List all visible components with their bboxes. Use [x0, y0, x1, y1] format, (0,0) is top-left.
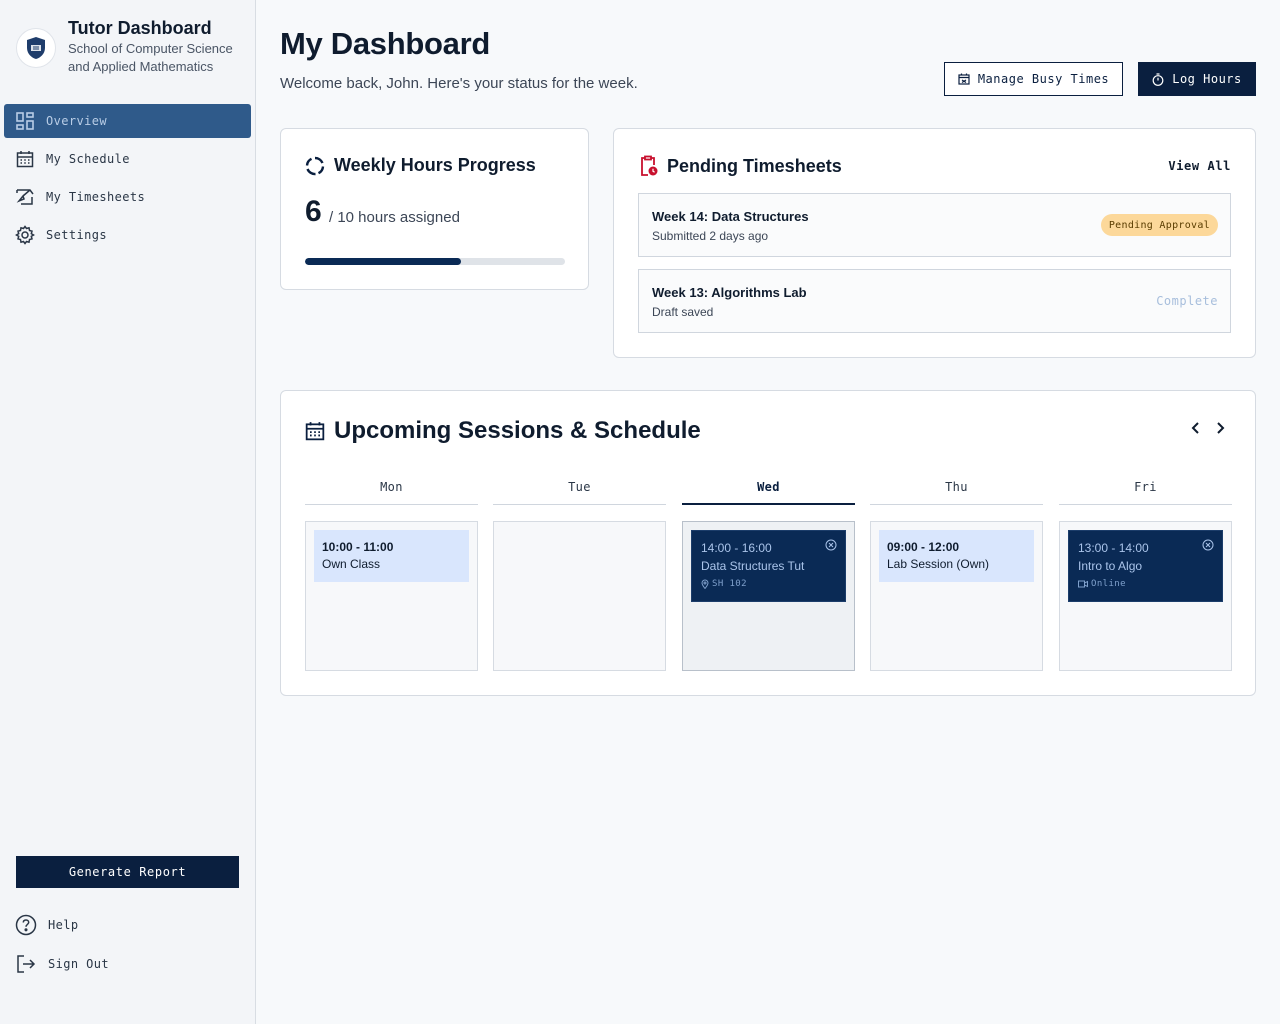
app-title: Tutor Dashboard — [68, 18, 212, 38]
day-header[interactable]: Thu — [870, 478, 1043, 505]
session-name: Lab Session (Own) — [887, 557, 990, 571]
calendar-icon — [14, 148, 36, 170]
timesheet-subtitle: Submitted 2 days ago — [652, 229, 769, 243]
session-event[interactable]: 10:00 - 11:00 Own Class — [314, 530, 469, 582]
dashboard-grid-icon — [14, 110, 36, 132]
day-slot[interactable]: 14:00 - 16:00 Data Structures Tut SH 102 — [682, 521, 855, 671]
weekly-hours-title: Weekly Hours Progress — [305, 155, 536, 176]
manage-busy-times-label: Manage Busy Times — [977, 72, 1110, 86]
day-column-mon: Mon 10:00 - 11:00 Own Class — [305, 478, 478, 671]
session-event[interactable]: 13:00 - 14:00 Intro to Algo Online — [1068, 530, 1223, 602]
session-location-text: SH 102 — [712, 579, 747, 589]
chevron-right-icon[interactable] — [1209, 417, 1231, 439]
timesheet-item[interactable]: Week 13: Algorithms Lab Draft saved Comp… — [638, 269, 1231, 333]
session-location-text: Online — [1091, 579, 1126, 589]
page-title: My Dashboard — [280, 26, 490, 61]
calendar-block-icon — [958, 73, 970, 85]
weekly-hours-card: Weekly Hours Progress 6 / 10 hours assig… — [280, 128, 589, 290]
day-slot[interactable]: 13:00 - 14:00 Intro to Algo Online — [1059, 521, 1232, 671]
brand: Tutor Dashboard School of Computer Scien… — [16, 18, 240, 76]
sign-out-icon — [14, 952, 38, 976]
session-name: Intro to Algo — [1078, 559, 1143, 573]
day-header[interactable]: Mon — [305, 478, 478, 505]
session-event[interactable]: 09:00 - 12:00 Lab Session (Own) — [879, 530, 1034, 582]
sidebar-item-timesheets[interactable]: My Timesheets — [4, 180, 251, 214]
sidebar-item-overview[interactable]: Overview — [4, 104, 251, 138]
sign-out-label: Sign Out — [48, 957, 109, 971]
gear-icon — [14, 224, 36, 246]
chevron-left-icon[interactable] — [1185, 417, 1207, 439]
video-camera-icon — [1078, 580, 1088, 588]
help-circle-icon — [14, 913, 38, 937]
day-column-tue: Tue — [493, 478, 666, 671]
day-header[interactable]: Wed — [682, 478, 855, 505]
session-location: Online — [1078, 579, 1213, 589]
session-time: 13:00 - 14:00 — [1078, 541, 1149, 555]
sign-out-link[interactable]: Sign Out — [14, 952, 109, 976]
sidebar-item-label: Overview — [46, 114, 107, 128]
stopwatch-icon — [1152, 72, 1164, 86]
log-hours-button[interactable]: Log Hours — [1138, 62, 1256, 96]
hours-assigned: / 10 hours assigned — [329, 209, 460, 226]
session-name: Data Structures Tut — [701, 559, 805, 573]
session-event[interactable]: 14:00 - 16:00 Data Structures Tut SH 102 — [691, 530, 846, 602]
timesheet-icon — [14, 186, 36, 208]
pending-timesheets-title-text: Pending Timesheets — [667, 155, 842, 176]
session-time: 09:00 - 12:00 — [887, 540, 960, 554]
sidebar-nav: Overview My Schedule My Timesheets Setti… — [4, 104, 251, 256]
close-circle-icon[interactable] — [825, 539, 837, 551]
hours-progress-fill — [305, 258, 461, 265]
upcoming-sessions-title-text: Upcoming Sessions & Schedule — [334, 417, 701, 444]
timesheet-title: Week 13: Algorithms Lab — [652, 285, 807, 300]
day-header[interactable]: Fri — [1059, 478, 1232, 505]
welcome-message: Welcome back, John. Here's your status f… — [280, 75, 638, 92]
sidebar-item-label: My Schedule — [46, 152, 130, 166]
calendar-icon — [305, 422, 325, 441]
help-label: Help — [48, 918, 79, 932]
manage-busy-times-button[interactable]: Manage Busy Times — [944, 62, 1123, 96]
location-pin-icon — [701, 579, 709, 589]
upcoming-sessions-title: Upcoming Sessions & Schedule — [305, 417, 701, 445]
day-slot[interactable] — [493, 521, 666, 671]
session-name: Own Class — [322, 557, 381, 571]
sidebar-item-schedule[interactable]: My Schedule — [4, 142, 251, 176]
status-label: Complete — [1156, 294, 1218, 308]
view-all-link[interactable]: View All — [1168, 159, 1231, 173]
day-column-fri: Fri 13:00 - 14:00 Intro to Algo Online — [1059, 478, 1232, 671]
pending-timesheets-card: Pending Timesheets View All Week 14: Dat… — [613, 128, 1256, 358]
sidebar: Tutor Dashboard School of Computer Scien… — [0, 0, 256, 1024]
day-header[interactable]: Tue — [493, 478, 666, 505]
hours-progress-bar — [305, 258, 565, 265]
log-hours-label: Log Hours — [1172, 72, 1242, 86]
app-subtitle: School of Computer Science and Applied M… — [68, 41, 233, 74]
hours-completed: 6 — [305, 195, 322, 228]
sidebar-item-label: Settings — [46, 228, 107, 242]
timesheet-item[interactable]: Week 14: Data Structures Submitted 2 day… — [638, 193, 1231, 257]
close-circle-icon[interactable] — [1202, 539, 1214, 551]
pending-timesheets-title: Pending Timesheets — [638, 155, 842, 177]
upcoming-sessions-card: Upcoming Sessions & Schedule Mon 10:00 -… — [280, 390, 1256, 696]
clipboard-alert-icon — [641, 155, 658, 176]
day-column-thu: Thu 09:00 - 12:00 Lab Session (Own) — [870, 478, 1043, 671]
progress-ring-icon — [305, 156, 325, 175]
generate-report-button[interactable]: Generate Report — [16, 856, 239, 888]
sidebar-item-label: My Timesheets — [46, 190, 146, 204]
day-column-wed: Wed 14:00 - 16:00 Data Structures Tut SH… — [682, 478, 855, 671]
session-location: SH 102 — [701, 579, 836, 589]
timesheet-subtitle: Draft saved — [652, 305, 714, 319]
session-time: 14:00 - 16:00 — [701, 541, 772, 555]
session-time: 10:00 - 11:00 — [322, 540, 394, 554]
timesheet-title: Week 14: Data Structures — [652, 209, 809, 224]
sidebar-item-settings[interactable]: Settings — [4, 218, 251, 252]
help-link[interactable]: Help — [14, 913, 79, 937]
week-pager — [1183, 417, 1231, 439]
day-slot[interactable]: 10:00 - 11:00 Own Class — [305, 521, 478, 671]
weekly-hours-title-text: Weekly Hours Progress — [334, 155, 536, 175]
day-slot[interactable]: 09:00 - 12:00 Lab Session (Own) — [870, 521, 1043, 671]
university-crest-icon — [16, 28, 56, 68]
status-badge: Pending Approval — [1100, 214, 1218, 236]
